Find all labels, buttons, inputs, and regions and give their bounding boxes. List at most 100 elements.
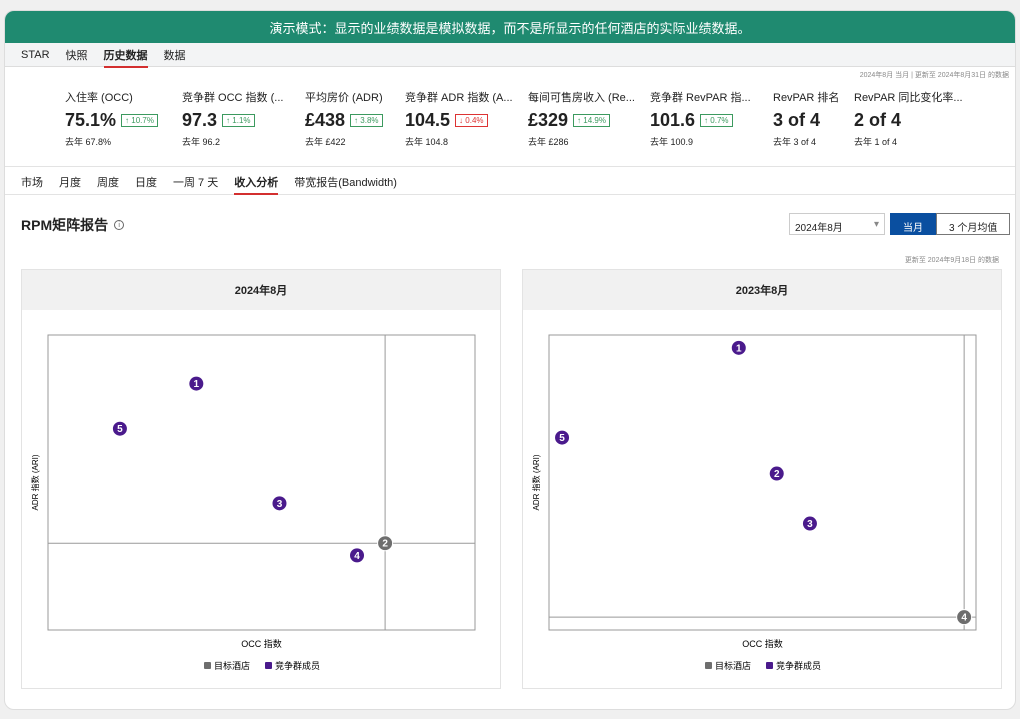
point-label: 3: [277, 499, 283, 510]
kpi-value-row: £438 ↑ 3.8%: [305, 110, 383, 131]
kpi-label: 平均房价 (ADR): [305, 92, 383, 104]
scatter-chart: OCC 指数 ADR 指数 (ARI) 1 2 3 4 5 目标酒店 竞争群成员: [531, 334, 977, 671]
subnav-tab[interactable]: 日度: [135, 174, 157, 190]
demo-banner: 演示模式：显示的业绩数据是模拟数据，而不是所显示的任何酒店的实际业绩数据。: [5, 11, 1015, 43]
legend-swatch: [766, 662, 773, 669]
legend-swatch: [204, 662, 211, 669]
kpi-change-badge: ↑ 0.7%: [700, 114, 733, 127]
subnav-tab[interactable]: 一周 7 天: [173, 174, 218, 190]
kpi-card[interactable]: 竞争群 OCC 指数 (... 97.3 ↑ 1.1% 去年 96.2: [182, 89, 283, 148]
kpi-card[interactable]: 竞争群 ADR 指数 (A... 104.5 ↓ 0.4% 去年 104.8: [405, 89, 513, 148]
data-point-1[interactable]: 1: [188, 375, 205, 392]
y-axis-label: ADR 指数 (ARI): [531, 454, 541, 510]
point-label: 5: [117, 424, 123, 435]
kpi-value-row: 97.3 ↑ 1.1%: [182, 110, 283, 131]
kpi-label: RevPAR 同比变化率...: [854, 92, 963, 104]
legend-swatch: [265, 662, 272, 669]
kpi-label: 竞争群 RevPAR 指...: [650, 92, 751, 104]
legend-item[interactable]: 竞争群成员: [275, 660, 320, 671]
kpi-last-year: 去年 £286: [528, 137, 569, 147]
data-point-2[interactable]: 2: [768, 465, 785, 482]
data-point-1[interactable]: 1: [730, 339, 747, 356]
subnav-tab[interactable]: 收入分析: [234, 174, 279, 195]
legend-item[interactable]: 目标酒店: [715, 660, 751, 671]
kpi-value-row: 101.6 ↑ 0.7%: [650, 110, 751, 131]
x-axis-label: OCC 指数: [241, 638, 282, 649]
kpi-last-year: 去年 104.8: [405, 137, 449, 147]
kpi-last-year: 去年 100.9: [650, 137, 694, 147]
kpi-value-row: 3 of 4: [773, 110, 839, 131]
subnav-tab[interactable]: 市场: [21, 174, 43, 190]
kpi-change-badge: ↑ 14.9%: [573, 114, 610, 127]
kpi-card[interactable]: RevPAR 排名 3 of 4 去年 3 of 4: [773, 89, 839, 148]
kpi-value: £329: [528, 110, 569, 130]
kpi-last-year: 去年 96.2: [182, 137, 221, 147]
subnav-tab[interactable]: 周度: [97, 174, 119, 190]
point-label: 2: [774, 469, 780, 480]
kpi-last-year: 去年 1 of 4: [854, 137, 898, 147]
nav-tab[interactable]: STAR: [21, 49, 50, 61]
kpi-change-badge: ↑ 10.7%: [121, 114, 158, 127]
y-axis-label: ADR 指数 (ARI): [30, 454, 40, 510]
data-point-3[interactable]: 3: [801, 515, 818, 532]
point-label: 4: [961, 613, 967, 624]
subnav-tab[interactable]: 月度: [59, 174, 81, 190]
report-title: RPM矩阵报告: [21, 217, 109, 233]
x-axis-label: OCC 指数: [742, 638, 783, 649]
nav-tab[interactable]: 数据: [164, 47, 186, 63]
kpi-value-row: 75.1% ↑ 10.7%: [65, 110, 158, 131]
kpi-label: RevPAR 排名: [773, 92, 840, 104]
data-point-4[interactable]: 4: [956, 609, 973, 626]
toggle-current-month[interactable]: 当月: [890, 213, 936, 235]
scatter-chart: OCC 指数 ADR 指数 (ARI) 1 2 3 4 5 目标酒店 竞争群成员: [30, 334, 476, 671]
toggle-3-month-avg[interactable]: 3 个月均值: [936, 213, 1011, 235]
kpi-value: 97.3: [182, 110, 218, 130]
kpi-last-year: 去年 £422: [305, 137, 346, 147]
main-nav: STAR 快照 历史数据 数据: [5, 43, 1015, 68]
sub-nav: 市场 月度 周度 日度 一周 7 天收入分析 带宽报告(Bandwidth): [5, 169, 1015, 195]
data-point-5[interactable]: 5: [111, 420, 128, 437]
kpi-strip: 2024年8月 当月 | 更新至 2024年8月31日 的数据 入住率 (OCC…: [5, 67, 1015, 167]
app-window: 演示模式：显示的业绩数据是模拟数据，而不是所显示的任何酒店的实际业绩数据。 ST…: [4, 10, 1016, 710]
legend-swatch: [705, 662, 712, 669]
legend-item[interactable]: 目标酒店: [214, 660, 250, 671]
nav-tab[interactable]: 历史数据: [103, 47, 148, 68]
point-label: 5: [559, 433, 565, 444]
kpi-card[interactable]: 入住率 (OCC) 75.1% ↑ 10.7% 去年 67.8%: [65, 89, 158, 148]
kpi-value: £438: [305, 110, 346, 130]
kpi-card[interactable]: 平均房价 (ADR) £438 ↑ 3.8% 去年 £422: [305, 89, 383, 148]
kpi-change-badge: ↑ 3.8%: [350, 114, 383, 127]
point-label: 3: [807, 519, 813, 530]
chart-panel-current: 2024年8月 OCC 指数 ADR 指数 (ARI) 1 2 3 4 5 目标酒店 竞争群成员: [21, 269, 501, 689]
data-point-2[interactable]: 2: [377, 535, 394, 552]
nav-tab[interactable]: 快照: [66, 47, 88, 63]
kpi-label: 竞争群 ADR 指数 (A...: [405, 92, 513, 104]
data-point-5[interactable]: 5: [554, 429, 571, 446]
kpi-card[interactable]: RevPAR 同比变化率... 2 of 4 去年 1 of 4: [854, 89, 963, 148]
kpi-card[interactable]: 竞争群 RevPAR 指... 101.6 ↑ 0.7% 去年 100.9: [650, 89, 751, 148]
kpi-value-row: £329 ↑ 14.9%: [528, 110, 635, 131]
kpi-label: 入住率 (OCC): [65, 92, 133, 104]
kpi-value: 75.1%: [65, 110, 117, 130]
subnav-tab[interactable]: 带宽报告(Bandwidth): [294, 174, 397, 190]
kpi-value-row: 2 of 4: [854, 110, 963, 131]
kpi-value: 101.6: [650, 110, 696, 130]
data-point-3[interactable]: 3: [271, 495, 288, 512]
kpi-card[interactable]: 每间可售房收入 (Re... £329 ↑ 14.9% 去年 £286: [528, 89, 635, 148]
period-toggle: 当月 3 个月均值: [890, 213, 1011, 235]
updated-note-2: 更新至 2024年9月18日 的数据: [904, 257, 999, 264]
period-select-value: 2024年8月: [795, 223, 843, 234]
kpi-value: 3 of 4: [773, 110, 821, 130]
kpi-label: 竞争群 OCC 指数 (...: [182, 92, 284, 104]
point-label: 1: [736, 343, 742, 354]
point-label: 1: [194, 379, 200, 390]
info-icon[interactable]: i: [114, 220, 125, 230]
legend-item[interactable]: 竞争群成员: [776, 660, 821, 671]
chevron-down-icon: ▾: [873, 219, 879, 230]
updated-note: 2024年8月 当月 | 更新至 2024年8月31日 的数据: [859, 72, 1009, 79]
plot-area: [47, 334, 476, 631]
data-point-4[interactable]: 4: [349, 547, 366, 564]
period-select[interactable]: 2024年8月 ▾: [789, 213, 885, 235]
kpi-value-row: 104.5 ↓ 0.4%: [405, 110, 513, 131]
point-label: 4: [354, 551, 360, 562]
